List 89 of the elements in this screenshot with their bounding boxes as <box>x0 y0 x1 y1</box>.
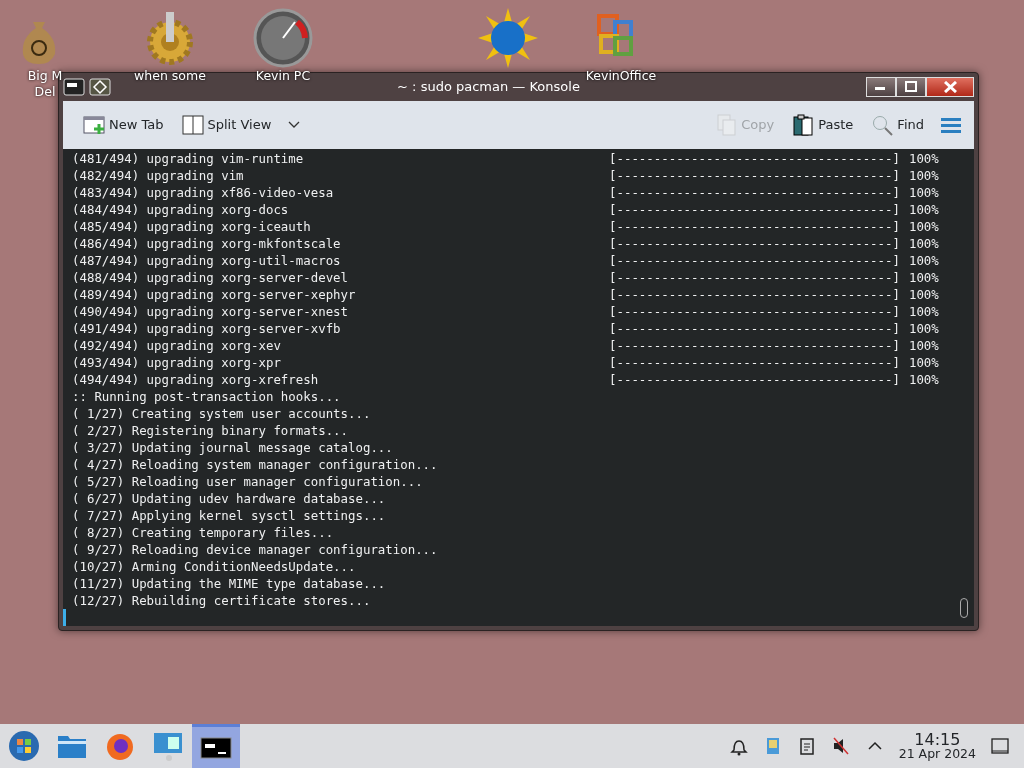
terminal-line: (490/494) upgrading xorg-server-xnest <box>72 303 349 320</box>
progress-percent: 100% <box>908 218 939 235</box>
progress-percent: 100% <box>908 303 939 320</box>
terminal-line: (493/494) upgrading xorg-xpr <box>72 354 282 371</box>
terminal-line: (482/494) upgrading vim <box>72 167 245 184</box>
progress-percent: 100% <box>908 150 939 167</box>
terminal-line: (484/494) upgrading xorg-docs <box>72 201 290 218</box>
text-cursor <box>63 609 66 626</box>
progress-percent: 100% <box>908 201 939 218</box>
terminal-line: (491/494) upgrading xorg-server-xvfb <box>72 320 342 337</box>
progress-bar-text: [-------------------------------------] <box>609 320 900 337</box>
progress-percent: 100% <box>908 269 939 286</box>
newtab-button[interactable]: New Tab <box>81 112 166 138</box>
gauge-icon[interactable] <box>253 8 313 68</box>
desktop-icon-label: KevinOffice <box>585 68 657 84</box>
taskbar-item[interactable] <box>192 724 240 768</box>
app-menu-icon[interactable] <box>63 78 85 96</box>
progress-bar-text: [-------------------------------------] <box>609 201 900 218</box>
terminal-line: (492/494) upgrading xorg-xev <box>72 337 282 354</box>
start-orb-icon <box>8 730 40 762</box>
progress-percent: 100% <box>908 286 939 303</box>
progress-bar-text: [-------------------------------------] <box>609 167 900 184</box>
progress-percent: 100% <box>908 184 939 201</box>
terminal-line: ( 9/27) Reloading device manager configuration... <box>72 541 438 558</box>
split-button[interactable]: Split View <box>179 112 274 138</box>
window-title: ~ : sudo pacman — Konsole <box>396 78 581 97</box>
terminal-line: (486/494) upgrading xorg-mkfontscale <box>72 235 342 252</box>
close-icon <box>943 81 957 93</box>
pin-icon[interactable] <box>89 78 111 96</box>
progress-bar-text: [-------------------------------------] <box>609 371 900 388</box>
terminal-line: (12/27) Rebuilding certificate stores... <box>72 592 371 609</box>
new-tab-icon <box>83 114 105 136</box>
progress-percent: 100% <box>908 337 939 354</box>
progress-bar-text: [-------------------------------------] <box>609 337 900 354</box>
clock[interactable]: 14:15 21 Apr 2024 <box>898 731 976 761</box>
progress-percent: 100% <box>908 371 939 388</box>
terminal-line: ( 8/27) Creating temporary files... <box>72 524 334 541</box>
minimize-button[interactable] <box>866 77 896 97</box>
terminal-line: (487/494) upgrading xorg-util-macros <box>72 252 342 269</box>
progress-bar-text: [-------------------------------------] <box>609 184 900 201</box>
terminal-line: (10/27) Arming ConditionNeedsUpdate... <box>72 558 356 575</box>
terminal-line: ( 4/27) Reloading system manager configuration... <box>72 456 438 473</box>
clock-time: 14:15 <box>914 731 961 748</box>
progress-percent: 100% <box>908 354 939 371</box>
maximize-button[interactable] <box>896 77 926 97</box>
progress-percent: 100% <box>908 167 939 184</box>
desktop-icon-label: when some <box>134 68 206 84</box>
paste-button[interactable]: Paste <box>790 112 856 138</box>
terminal-line: ( 3/27) Updating journal message catalog... <box>72 439 393 456</box>
muted-speaker-icon[interactable] <box>830 736 851 756</box>
close-button[interactable] <box>926 77 974 97</box>
terminal-line: (488/494) upgrading xorg-server-devel <box>72 269 349 286</box>
progress-bar-text: [-------------------------------------] <box>609 235 900 252</box>
dropdown-caret-icon[interactable] <box>287 120 302 130</box>
search-icon <box>871 114 894 136</box>
globe-sun-icon[interactable] <box>478 8 538 68</box>
terminal-line: ( 6/27) Updating udev hardware database... <box>72 490 386 507</box>
clipboard-icon <box>792 114 815 136</box>
progress-bar-text: [-------------------------------------] <box>609 252 900 269</box>
progress-bar-text: [-------------------------------------] <box>609 286 900 303</box>
progress-bar-text: [-------------------------------------] <box>609 354 900 371</box>
terminal-line: (11/27) Updating the MIME type database... <box>72 575 386 592</box>
progress-bar-text: [-------------------------------------] <box>609 150 900 167</box>
terminal-line: ( 7/27) Applying kernel sysctl settings... <box>72 507 386 524</box>
desktop-icon-label: Del <box>34 84 56 100</box>
terminal-line: ( 2/27) Registering binary formats... <box>72 422 348 439</box>
progress-percent: 100% <box>908 235 939 252</box>
progress-percent: 100% <box>908 320 939 337</box>
copy-icon <box>715 114 738 136</box>
progress-bar-text: [-------------------------------------] <box>609 218 900 235</box>
find-button[interactable]: Find <box>869 112 926 138</box>
menu-icon[interactable] <box>940 116 962 134</box>
terminal-line: (494/494) upgrading xorg-xrefresh <box>72 371 320 388</box>
terminal-line: :: Running post-transaction hooks... <box>72 388 341 405</box>
terminal-line: (489/494) upgrading xorg-server-xephyr <box>72 286 357 303</box>
show-desktop-icon[interactable] <box>990 736 1010 756</box>
desktop-icon-label: Kevin PC <box>255 68 311 84</box>
terminal-line: ( 5/27) Reloading user manager configuration... <box>72 473 423 490</box>
progress-percent: 100% <box>908 252 939 269</box>
terminal-line: (483/494) upgrading xf86-video-vesa <box>72 184 335 201</box>
split-view-icon <box>181 114 204 136</box>
progress-bar-text: [-------------------------------------] <box>609 303 900 320</box>
progress-bar-text: [-------------------------------------] <box>609 269 900 286</box>
clock-date: 21 Apr 2024 <box>898 747 976 761</box>
terminal-line: (481/494) upgrading vim-runtime <box>72 150 305 167</box>
terminal-line: (485/494) upgrading xorg-iceauth <box>72 218 312 235</box>
monitor-icon <box>152 730 184 762</box>
terminal-line: ( 1/27) Creating system user accounts... <box>72 405 371 422</box>
maximize-icon <box>904 81 918 93</box>
